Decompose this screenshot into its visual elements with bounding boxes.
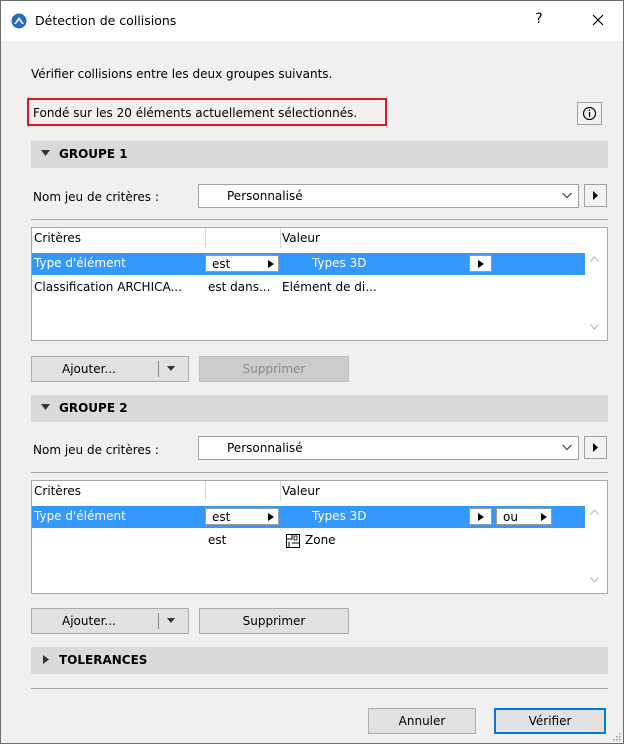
operator-button[interactable]: est xyxy=(205,255,279,272)
table-row[interactable]: est Zone xyxy=(32,530,585,552)
value-menu-button[interactable] xyxy=(469,508,492,525)
operator-cell: est dans... xyxy=(208,280,271,294)
add-label: Ajouter... xyxy=(62,362,116,376)
criterion-cell: Classification ARCHICA... xyxy=(34,280,182,294)
close-icon[interactable] xyxy=(586,8,610,32)
title-bar: Détection de collisions ? xyxy=(1,1,623,41)
chevron-down-icon[interactable] xyxy=(167,618,175,624)
table-row[interactable]: Classification ARCHICA... est dans... El… xyxy=(32,277,585,299)
table-header: Critères Valeur xyxy=(32,481,607,501)
chevron-down-icon xyxy=(41,150,50,156)
group2-delete-button[interactable]: Supprimer xyxy=(199,608,349,634)
logic-label: ou xyxy=(503,510,518,524)
dialog-window: Détection de collisions ? Vérifier colli… xyxy=(0,0,624,744)
selection-note: Fondé sur les 20 éléments actuellement s… xyxy=(33,106,358,120)
group1-criteria-set-select[interactable]: Personnalisé xyxy=(198,184,579,208)
selection-note-box: Fondé sur les 20 éléments actuellement s… xyxy=(27,98,387,126)
triangle-right-icon xyxy=(593,191,598,200)
group2-criteria-set-value: Personnalisé xyxy=(227,441,303,455)
criterion-cell: Type d'élément xyxy=(34,256,126,270)
group2-header[interactable]: GROUPE 2 xyxy=(31,395,608,422)
scroll-down-icon[interactable] xyxy=(590,324,599,330)
value-cell: Elément de di... xyxy=(282,280,377,294)
info-button[interactable] xyxy=(577,102,602,125)
group1-title: GROUPE 1 xyxy=(59,147,128,161)
group1-criteria-menu-button[interactable] xyxy=(584,184,607,207)
group1-criteria-set-label: Nom jeu de critères : xyxy=(33,190,159,204)
divider xyxy=(31,688,608,689)
group2-criteria-menu-button[interactable] xyxy=(584,436,607,459)
info-icon xyxy=(582,106,597,121)
operator-button[interactable]: est xyxy=(205,508,279,525)
divider xyxy=(31,472,608,473)
column-header-criteria: Critères xyxy=(34,231,82,245)
group2-title: GROUPE 2 xyxy=(59,401,128,415)
group1-add-button[interactable]: Ajouter... xyxy=(31,356,189,382)
logic-operator-button[interactable]: ou xyxy=(496,508,552,525)
tolerances-title: TOLERANCES xyxy=(59,653,148,667)
column-header-value: Valeur xyxy=(282,484,320,498)
chevron-down-icon xyxy=(41,404,50,410)
operator-cell: est xyxy=(208,533,227,547)
triangle-right-icon xyxy=(268,260,274,268)
scroll-down-icon[interactable] xyxy=(590,577,599,583)
group2-add-button[interactable]: Ajouter... xyxy=(31,608,189,634)
chevron-down-icon xyxy=(562,444,572,451)
operator-label: est xyxy=(212,257,231,271)
table-row[interactable]: Type d'élément est Types 3D ou xyxy=(32,506,585,528)
group1-criteria-table: Critères Valeur Type d'élément est Types… xyxy=(31,227,608,341)
help-button[interactable]: ? xyxy=(529,11,549,27)
divider xyxy=(31,219,608,220)
column-header-value: Valeur xyxy=(282,231,320,245)
value-cell: Zone xyxy=(305,533,336,547)
table-header: Critères Valeur xyxy=(32,228,607,248)
intro-text: Vérifier collisions entre les deux group… xyxy=(31,67,333,81)
operator-label: est xyxy=(212,510,231,524)
verify-button[interactable]: Vérifier xyxy=(494,708,606,734)
add-label: Ajouter... xyxy=(62,614,116,628)
group2-criteria-set-select[interactable]: Personnalisé xyxy=(198,436,579,460)
cancel-button[interactable]: Annuler xyxy=(368,708,476,734)
scroll-up-icon[interactable] xyxy=(590,509,599,515)
archicad-app-icon xyxy=(11,13,27,29)
criterion-cell: Type d'élément xyxy=(34,509,126,523)
triangle-right-icon xyxy=(541,513,547,521)
scroll-up-icon[interactable] xyxy=(590,256,599,262)
group2-criteria-table: Critères Valeur Type d'élément est Types… xyxy=(31,480,608,594)
chevron-right-icon xyxy=(43,655,49,664)
resize-grip-icon[interactable] xyxy=(613,733,621,741)
chevron-down-icon xyxy=(562,192,572,199)
group1-delete-button[interactable]: Supprimer xyxy=(199,356,349,382)
value-cell: Types 3D xyxy=(312,256,367,270)
tolerances-header[interactable]: TOLERANCES xyxy=(31,647,608,674)
group2-criteria-set-label: Nom jeu de critères : xyxy=(33,443,159,457)
column-header-criteria: Critères xyxy=(34,484,82,498)
triangle-right-icon xyxy=(478,260,484,268)
group1-criteria-set-value: Personnalisé xyxy=(227,189,303,203)
chevron-down-icon[interactable] xyxy=(167,366,175,372)
table-row[interactable]: Type d'élément est Types 3D xyxy=(32,253,585,275)
triangle-right-icon xyxy=(478,513,484,521)
triangle-right-icon xyxy=(268,513,274,521)
triangle-right-icon xyxy=(593,443,598,452)
window-title: Détection de collisions xyxy=(35,13,177,28)
zone-icon xyxy=(286,534,300,548)
group1-header[interactable]: GROUPE 1 xyxy=(31,141,608,168)
value-cell: Types 3D xyxy=(312,509,367,523)
value-menu-button[interactable] xyxy=(469,255,492,272)
